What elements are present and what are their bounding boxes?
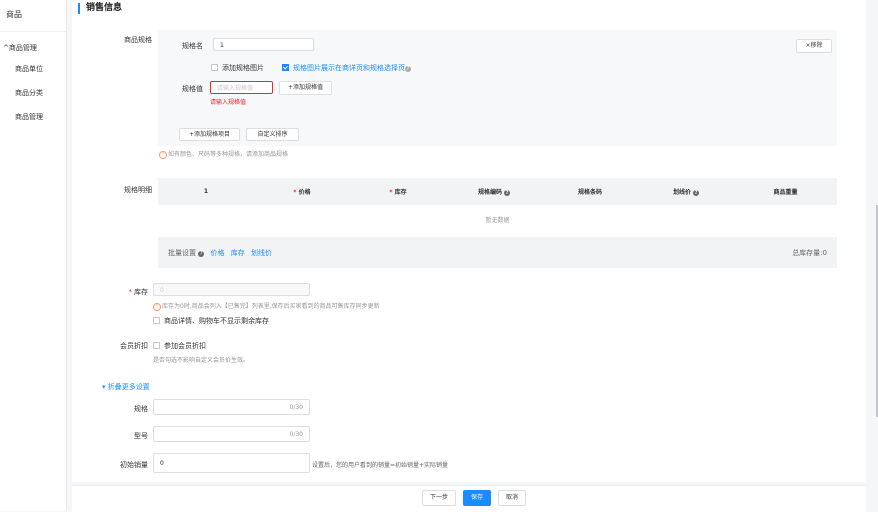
- sidebar-group-label: 商品管理: [8, 44, 37, 52]
- help-icon[interactable]: ?: [693, 190, 700, 196]
- col-weight: 商品重量: [773, 189, 798, 196]
- spec-value-label: 规格值: [182, 85, 203, 93]
- member-hint: 是否勾选不影响自定义会员价生效。: [153, 357, 250, 364]
- member-discount-option[interactable]: 参加会员折扣: [153, 341, 206, 351]
- sidebar-item-categories[interactable]: 商品分类: [0, 81, 66, 105]
- spec-detail-table: 1 * 价格 * 库存 规格编码 ? 规格条码 划线价 ? 商品重量 暂无数据 批量…: [158, 178, 837, 268]
- batch-settings: 批量设置 ? 价格 库存 划线价: [168, 248, 272, 258]
- col-price: * 价格: [293, 189, 311, 196]
- spec-value-input[interactable]: 请输入规格值: [210, 81, 273, 94]
- sidebar-top-label[interactable]: 商品: [0, 0, 66, 32]
- section-title: 销售信息: [78, 3, 122, 14]
- batch-label: 批量设置: [168, 249, 196, 257]
- hide-stock-checkbox[interactable]: [153, 317, 160, 324]
- show-image-option[interactable]: 规格图片展示在商详页和规格选择页?: [282, 63, 411, 73]
- model-field-input[interactable]: 0/30: [153, 426, 310, 442]
- add-spec-item-button[interactable]: +添加规格项目: [179, 128, 240, 141]
- member-discount-checkbox[interactable]: [153, 342, 160, 349]
- more-settings-toggle[interactable]: ▾ 折叠更多设置: [102, 382, 150, 392]
- sidebar-group-goods[interactable]: ^商品管理: [0, 32, 66, 57]
- batch-stock-link[interactable]: 库存: [231, 249, 245, 257]
- spec-hint-text: 如有颜色、尺码等多种规格，请添加商品规格: [168, 151, 289, 158]
- show-image-label: 规格图片展示在商详页和规格选择页: [293, 64, 405, 72]
- col-1: 1: [203, 188, 209, 195]
- spec-field-input[interactable]: 0/30: [153, 399, 310, 415]
- help-icon[interactable]: ?: [504, 190, 511, 196]
- table-header: 1 * 价格 * 库存 规格编码 ? 规格条码 划线价 ? 商品重量: [158, 178, 837, 205]
- warning-icon: !: [153, 303, 161, 311]
- initial-sales-label: 初始销量: [120, 461, 148, 469]
- hide-stock-option[interactable]: 商品详情、购物车不显示剩余库存: [153, 316, 269, 326]
- sidebar: 商品 ^商品管理 商品单位 商品分类 商品管理: [0, 0, 67, 511]
- spec-value-error: 请输入规格值: [210, 99, 247, 106]
- add-spec-value-button[interactable]: +添加规格值: [279, 81, 332, 95]
- member-label: 会员折扣: [120, 342, 148, 350]
- add-image-label: 添加规格图片: [222, 64, 264, 72]
- add-image-checkbox[interactable]: [211, 64, 218, 71]
- stock-hint: ! 库存为0时,商品会列入【已售完】列表里,保存后买家看到的商品可售库存同步更新: [153, 301, 380, 311]
- table-empty: 暂无数据: [158, 205, 837, 237]
- help-icon[interactable]: ?: [405, 66, 411, 72]
- custom-sort-button[interactable]: 自定义排序: [246, 128, 299, 141]
- total-stock: 总库存量:0: [792, 249, 827, 257]
- sidebar-item-goods[interactable]: 商品管理: [0, 105, 66, 129]
- stock-label: * 库存: [128, 288, 149, 296]
- stock-input[interactable]: 0: [153, 283, 310, 296]
- help-icon[interactable]: ?: [198, 251, 205, 257]
- spec-hint: ! 如有颜色、尺码等多种规格，请添加商品规格: [159, 149, 288, 159]
- col-strike-price: 划线价 ?: [672, 189, 700, 196]
- col-stock: * 库存: [389, 189, 407, 196]
- footer-bar: 下一步 保存 取消: [72, 485, 866, 512]
- col-barcode: 规格条码: [577, 189, 602, 196]
- spec-name-label: 规格名: [182, 42, 203, 50]
- show-image-checkbox[interactable]: [282, 64, 289, 71]
- next-step-button[interactable]: 下一步: [422, 490, 456, 506]
- col-spec-code: 规格编码 ?: [477, 189, 511, 196]
- initial-sales-hint: 设置后，您的用户看到的销量=初始销量+实际销量: [312, 462, 449, 469]
- initial-sales-input[interactable]: 0: [153, 453, 310, 473]
- spec-label: 商品规格: [124, 36, 152, 44]
- remove-spec-button[interactable]: ×移除: [796, 39, 832, 53]
- detail-label: 规格明细: [124, 186, 152, 194]
- table-footer: 批量设置 ? 价格 库存 划线价 总库存量:0: [158, 237, 837, 268]
- sidebar-item-units[interactable]: 商品单位: [0, 57, 66, 81]
- save-button[interactable]: 保存: [463, 490, 491, 506]
- batch-strike-link[interactable]: 划线价: [251, 249, 272, 257]
- cancel-button[interactable]: 取消: [498, 490, 526, 506]
- batch-price-link[interactable]: 价格: [210, 249, 224, 257]
- main-content: 销售信息 商品规格 规格名 1 ×移除 添加规格图片 规格图片展示在商详页和规格…: [72, 0, 866, 482]
- add-image-option[interactable]: 添加规格图片: [211, 63, 264, 73]
- warning-icon: !: [159, 151, 167, 159]
- model-field-label: 型号: [134, 432, 148, 440]
- spec-name-input[interactable]: 1: [213, 38, 314, 51]
- spec-field-label: 规格: [134, 405, 148, 413]
- caret-down-icon: ▾: [102, 383, 106, 391]
